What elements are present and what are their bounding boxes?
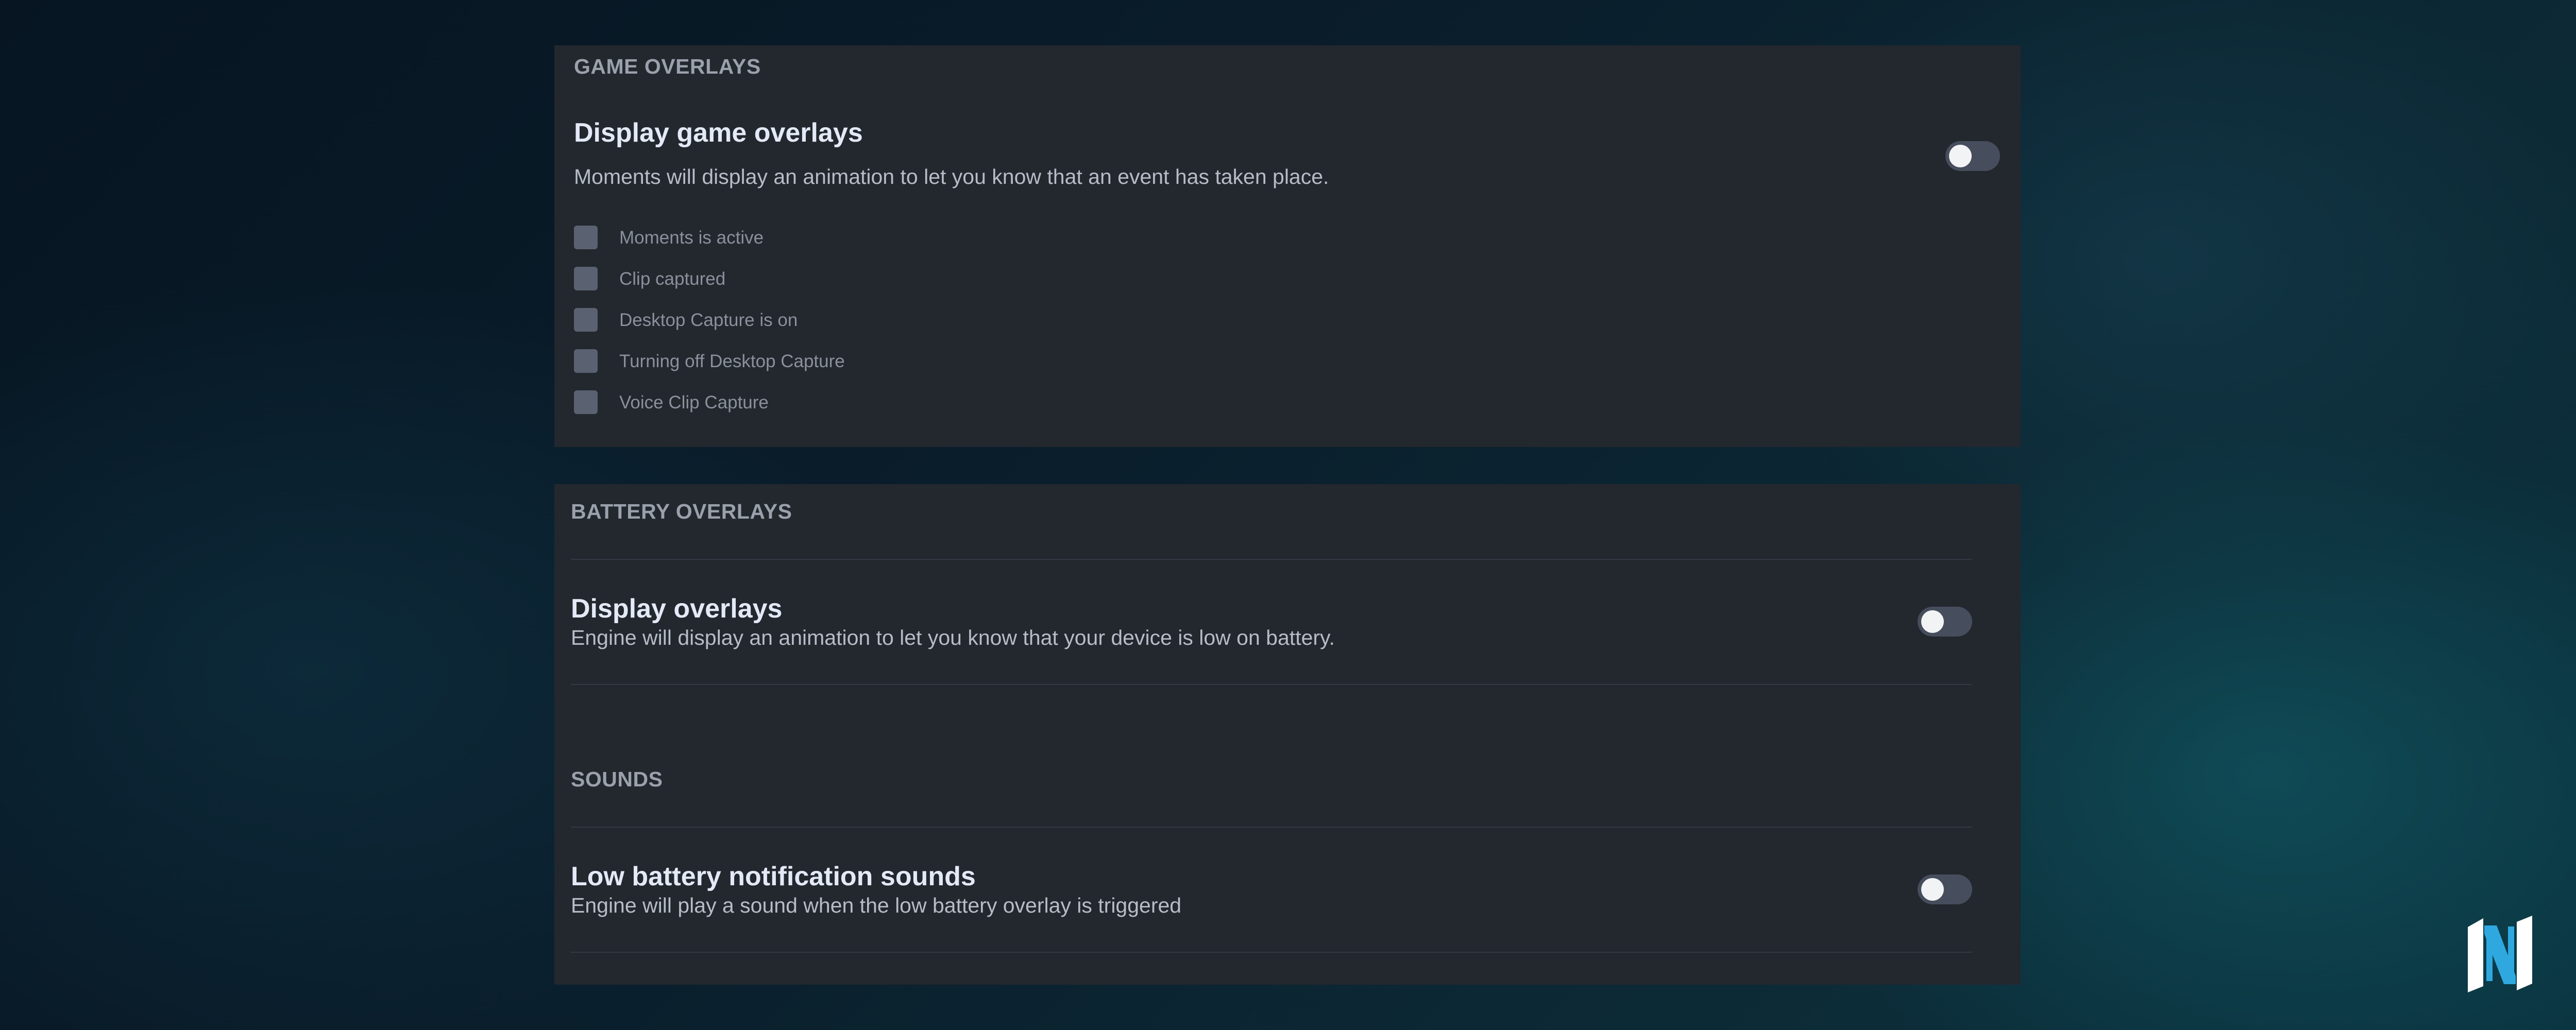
n-logo-icon [2468,916,2532,992]
option-label: Moments is active [619,228,764,248]
divider [571,559,1972,560]
checkbox[interactable] [574,267,598,290]
divider [571,827,1972,828]
game-overlays-panel: GAME OVERLAYS Display game overlays Mome… [554,45,2021,447]
low-battery-sounds-title: Low battery notification sounds [571,862,976,891]
display-overlays-toggle[interactable] [1918,607,1972,637]
toggle-knob [1949,145,1972,167]
divider [571,952,1972,953]
option-label: Clip captured [619,269,726,289]
checkbox[interactable] [574,308,598,332]
display-game-overlays-toggle[interactable] [1945,141,2000,171]
display-game-overlays-description: Moments will display an animation to let… [574,165,1329,188]
display-overlays-title: Display overlays [571,594,783,624]
display-overlays-description: Engine will display an animation to let … [571,626,1335,649]
toggle-knob [1921,610,1944,633]
low-battery-sounds-toggle[interactable] [1918,874,1972,904]
toggle-knob [1921,878,1944,901]
game-overlays-section-title: GAME OVERLAYS [574,55,761,78]
checkbox[interactable] [574,349,598,373]
sounds-section-title: SOUNDS [571,767,663,791]
battery-overlays-panel: BATTERY OVERLAYS Display overlays Engine… [554,484,2021,985]
display-game-overlays-title: Display game overlays [574,118,863,148]
battery-overlays-section-title: BATTERY OVERLAYS [571,500,792,523]
checkbox[interactable] [574,226,598,249]
option-label: Turning off Desktop Capture [619,351,845,371]
checkbox[interactable] [574,390,598,414]
divider [571,684,1972,685]
option-label: Voice Clip Capture [619,392,769,413]
option-label: Desktop Capture is on [619,310,798,330]
low-battery-sounds-description: Engine will play a sound when the low ba… [571,894,1182,917]
